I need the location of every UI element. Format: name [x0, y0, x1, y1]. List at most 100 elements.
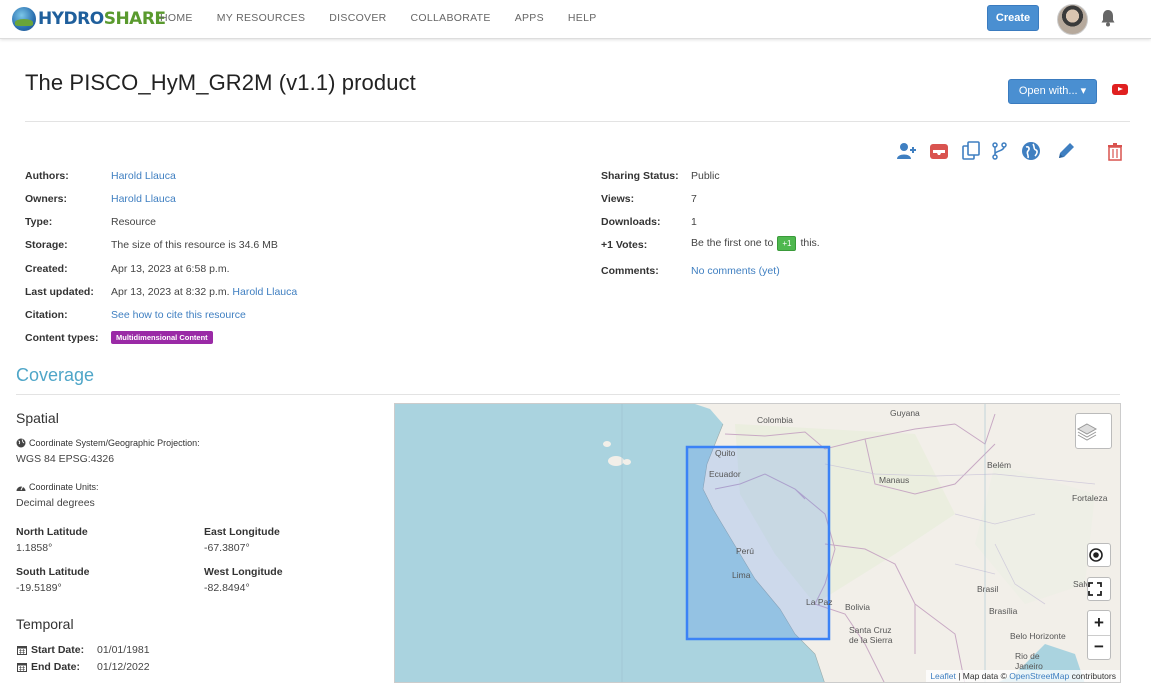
zoom-out-button[interactable]: − — [1088, 636, 1110, 660]
start-date-value: 01/01/1981 — [97, 644, 150, 656]
page-title: The PISCO_HyM_GR2M (v1.1) product — [25, 70, 416, 95]
globe-icon — [16, 438, 26, 448]
votes-suffix: this. — [800, 237, 820, 249]
storage-value: The size of this resource is 34.6 MB — [111, 239, 278, 251]
content-type-badge[interactable]: Multidimensional Content — [111, 331, 213, 344]
crs-label: Coordinate System/Geographic Projection: — [29, 438, 200, 448]
city-label: Manaus — [879, 475, 910, 485]
youtube-icon[interactable] — [1112, 84, 1128, 95]
created-label: Created: — [25, 263, 68, 275]
storage-label: Storage: — [25, 239, 68, 251]
fullscreen-button[interactable] — [1087, 577, 1111, 601]
city-label: Colombia — [757, 415, 793, 425]
plus-one-button[interactable]: +1 — [777, 236, 797, 251]
citation-link[interactable]: See how to cite this resource — [111, 309, 246, 321]
fork-icon[interactable] — [990, 141, 1010, 161]
east-longitude-label: East Longitude — [204, 526, 280, 538]
city-label: La Paz — [806, 597, 833, 607]
city-label: Quito — [715, 448, 736, 458]
end-date-label: End Date: — [31, 661, 81, 673]
views-value: 7 — [691, 193, 697, 205]
spatial-heading: Spatial — [16, 410, 59, 426]
start-date-label: Start Date: — [31, 644, 85, 656]
units-value: Decimal degrees — [16, 497, 95, 509]
city-label: Rio de Janeiro — [1015, 651, 1043, 671]
divider — [16, 394, 1120, 395]
city-label: Ecuador — [709, 469, 741, 479]
city-label: Santa Cruz de la Sierra — [849, 625, 893, 645]
north-latitude-label: North Latitude — [16, 526, 88, 538]
logo-hydro: HYDRO — [38, 9, 104, 29]
votes-value: Be the first one to +1 this. — [691, 236, 820, 251]
zoom-control: + − — [1087, 610, 1111, 660]
votes-label: +1 Votes: — [601, 239, 648, 251]
downloads-label: Downloads: — [601, 216, 661, 228]
divider — [25, 121, 1130, 122]
edit-pencil-icon[interactable] — [1056, 141, 1076, 161]
copy-icon[interactable] — [961, 141, 981, 161]
locate-button[interactable] — [1087, 543, 1111, 567]
city-label: Brasil — [977, 584, 999, 594]
fullscreen-icon — [1088, 582, 1102, 596]
trash-icon[interactable] — [1105, 141, 1125, 161]
osm-link[interactable]: OpenStreetMap — [1009, 671, 1069, 681]
nav-discover[interactable]: DISCOVER — [329, 12, 386, 24]
zoom-in-button[interactable]: + — [1088, 611, 1110, 636]
content-types-label: Content types: — [25, 332, 99, 344]
last-updated-date: Apr 13, 2023 at 8:32 p.m. — [111, 286, 230, 298]
sharing-status-value: Public — [691, 170, 720, 182]
attribution-mid: | Map data © — [955, 671, 1010, 681]
citation-label: Citation: — [25, 309, 68, 321]
globe-logo-icon — [12, 7, 36, 31]
city-label: Brasília — [989, 606, 1018, 616]
comments-link[interactable]: No comments (yet) — [691, 265, 780, 277]
nav-collaborate[interactable]: COLLABORATE — [411, 12, 491, 24]
city-label: Guyana — [890, 408, 920, 418]
layers-button[interactable] — [1075, 413, 1112, 449]
calendar-icon — [17, 663, 27, 672]
type-value: Resource — [111, 216, 156, 228]
city-label: Perú — [736, 546, 754, 556]
sharing-status-label: Sharing Status: — [601, 170, 679, 182]
inbox-icon[interactable] — [929, 141, 949, 161]
map-attribution: Leaflet | Map data © OpenStreetMap contr… — [926, 670, 1120, 682]
layers-icon — [1076, 423, 1098, 441]
authors-label: Authors: — [25, 170, 69, 182]
locate-icon — [1089, 548, 1103, 562]
end-date-value: 01/12/2022 — [97, 661, 150, 673]
owners-label: Owners: — [25, 193, 68, 205]
add-user-icon[interactable] — [896, 141, 916, 161]
east-longitude-value: -67.3807° — [204, 542, 250, 554]
nav-apps[interactable]: APPS — [515, 12, 544, 24]
owners-link[interactable]: Harold Llauca — [111, 193, 176, 205]
created-value: Apr 13, 2023 at 6:58 p.m. — [111, 263, 230, 275]
west-longitude-label: West Longitude — [204, 566, 283, 578]
nav-links: HOME MY RESOURCES DISCOVER COLLABORATE A… — [160, 12, 621, 24]
create-button[interactable]: Create — [987, 5, 1039, 31]
crs-value: WGS 84 EPSG:4326 — [16, 453, 115, 465]
leaflet-link[interactable]: Leaflet — [930, 671, 956, 681]
authors-link[interactable]: Harold Llauca — [111, 170, 176, 182]
city-label: Lima — [732, 570, 751, 580]
globe-icon[interactable] — [1021, 141, 1041, 161]
top-navbar: HYDROSHARE HOME MY RESOURCES DISCOVER CO… — [0, 0, 1151, 39]
last-updated-by-link[interactable]: Harold Llauca — [232, 286, 297, 298]
open-with-button[interactable]: Open with... ▾ — [1008, 79, 1097, 104]
north-latitude-value: 1.1858° — [16, 542, 53, 554]
user-avatar[interactable] — [1057, 4, 1088, 35]
nav-help[interactable]: HELP — [568, 12, 597, 24]
content-type-badge-wrap: Multidimensional Content — [111, 331, 213, 344]
attribution-end: contributors — [1069, 671, 1116, 681]
hydroshare-logo[interactable]: HYDROSHARE — [12, 6, 166, 32]
city-label: Bolivia — [845, 602, 871, 612]
nav-my-resources[interactable]: MY RESOURCES — [217, 12, 306, 24]
west-longitude-value: -82.8494° — [204, 582, 250, 594]
nav-home[interactable]: HOME — [160, 12, 193, 24]
coverage-map[interactable]: Colombia Guyana Quito Ecuador Belém Mana… — [394, 403, 1121, 683]
views-label: Views: — [601, 193, 635, 205]
coverage-heading: Coverage — [16, 365, 95, 385]
bell-icon[interactable] — [1100, 9, 1116, 27]
city-label: Fortaleza — [1072, 493, 1108, 503]
votes-prefix: Be the first one to — [691, 237, 774, 249]
logo-share: SHARE — [103, 9, 166, 29]
